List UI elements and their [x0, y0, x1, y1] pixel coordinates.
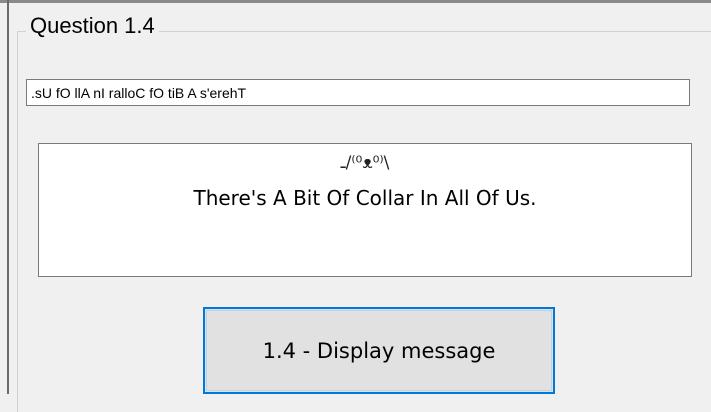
message-output-box: ـ/⁽⁰ᴥ⁰⁾\ There's A Bit Of Collar In All … [38, 143, 692, 277]
groupbox-title: Question 1.4 [26, 12, 159, 40]
display-message-button[interactable]: 1.4 - Display message [203, 307, 555, 394]
ascii-face-art: ـ/⁽⁰ᴥ⁰⁾\ [340, 153, 390, 173]
reversed-text-input[interactable] [26, 79, 690, 106]
window-top-border [0, 0, 711, 3]
window-left-border [7, 0, 9, 394]
message-output-text: There's A Bit Of Collar In All Of Us. [193, 186, 537, 210]
